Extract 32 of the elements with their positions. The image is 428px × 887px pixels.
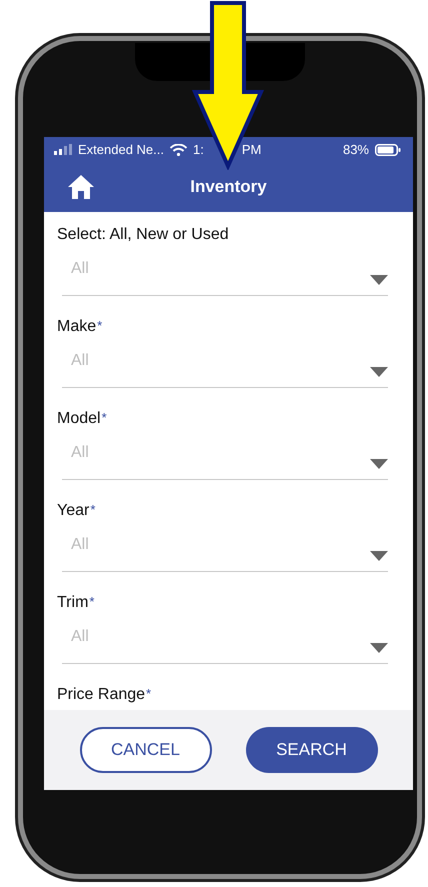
select-field[interactable]: All — [62, 536, 388, 572]
status-time: 1: — [193, 142, 204, 157]
required-mark: * — [102, 410, 107, 425]
battery-icon — [375, 144, 401, 156]
required-mark: * — [90, 502, 96, 517]
battery-percent: 83% — [342, 142, 369, 157]
caret-icon — [370, 551, 388, 561]
required-mark: * — [89, 594, 94, 609]
select-field[interactable]: All — [62, 444, 388, 480]
field-label: Trim — [57, 594, 88, 612]
required-mark: * — [97, 318, 102, 333]
select-field[interactable]: All — [62, 352, 388, 388]
carrier-name: Extended Ne... — [78, 142, 164, 157]
required-mark: * — [146, 686, 152, 701]
field-label: Select: All, New or Used — [57, 226, 229, 244]
field-label: Make — [57, 318, 96, 336]
wifi-icon — [170, 144, 187, 156]
status-time: PM — [242, 142, 262, 157]
caret-icon — [370, 367, 388, 377]
search-button[interactable]: SEARCH — [246, 727, 378, 773]
home-icon[interactable] — [67, 174, 95, 200]
signal-icon — [54, 144, 72, 155]
page-title: Inventory — [190, 177, 267, 197]
field-label: Model — [57, 410, 101, 428]
field-label: Year — [57, 502, 90, 520]
field-label: Price Range — [57, 686, 146, 704]
select-field[interactable]: All — [62, 628, 388, 664]
select-field[interactable]: All — [62, 260, 388, 296]
cancel-button[interactable]: CANCEL — [80, 727, 212, 773]
caret-icon — [370, 459, 388, 469]
caret-icon — [370, 275, 388, 285]
caret-icon — [370, 643, 388, 653]
